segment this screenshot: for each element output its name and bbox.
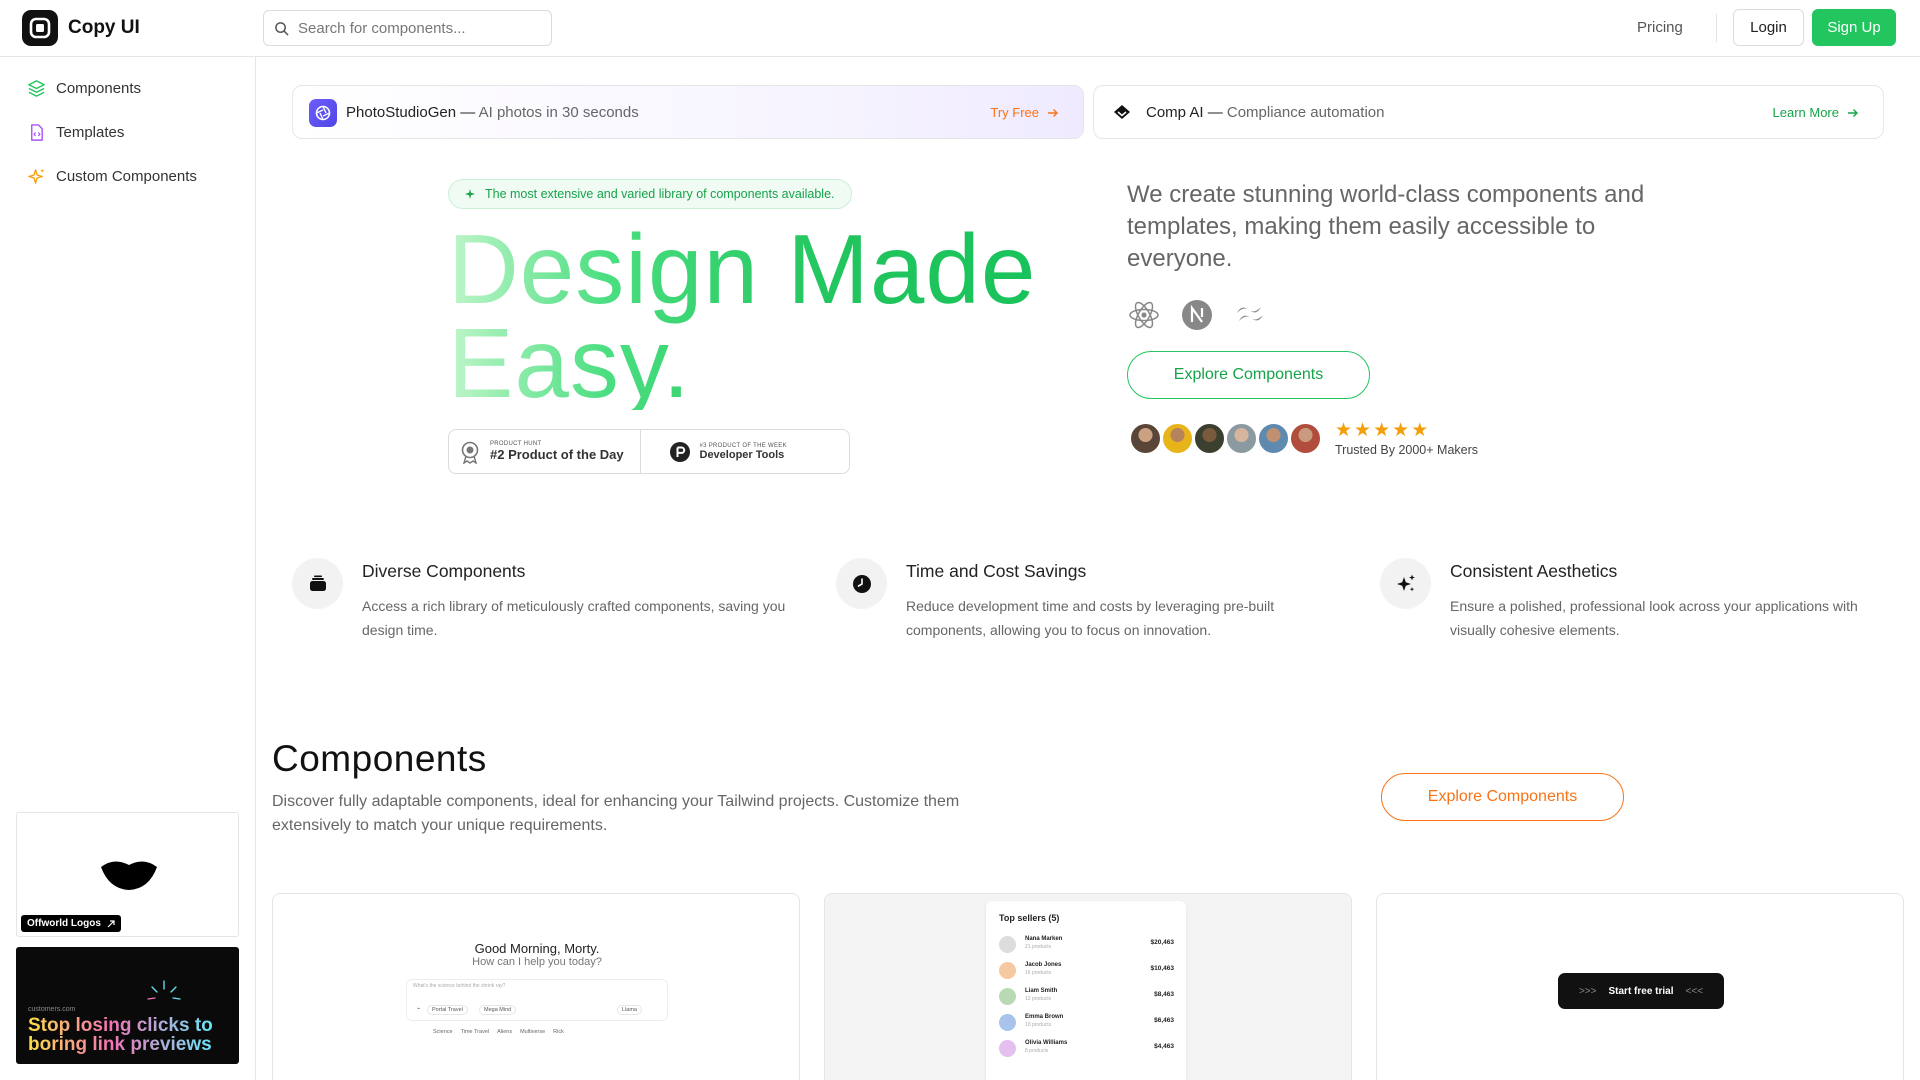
- components-heading: Components: [272, 738, 487, 779]
- component-card-top-sellers[interactable]: Top sellers (5) Nana Marken 21 products …: [824, 893, 1352, 1080]
- top-sellers-panel: Top sellers (5) Nana Marken 21 products …: [986, 901, 1186, 1080]
- layers-icon: [28, 80, 45, 97]
- product-hunt-icon: [669, 441, 690, 462]
- sidebar-ad-link-previews[interactable]: customers.com Stop losing clicks to bori…: [16, 947, 239, 1064]
- chat-greeting: Good Morning, Morty.: [474, 941, 600, 956]
- trusted-by-text: Trusted By 2000+ Makers: [1335, 443, 1479, 457]
- avatar: [1193, 422, 1226, 455]
- avatar: [999, 962, 1016, 979]
- burst-icon: [147, 980, 181, 1000]
- promo-title: Comp AI — Compliance automation: [1146, 104, 1385, 121]
- arrow-right-icon: [1048, 108, 1058, 117]
- nav-divider: [1716, 14, 1717, 42]
- comp-ai-logo-icon: [1114, 105, 1130, 119]
- star-icon: ★: [1354, 420, 1372, 441]
- arrow-right-icon: [1848, 108, 1858, 117]
- promo-title: PhotoStudioGen — AI photos in 30 seconds: [346, 104, 639, 121]
- top-bar: Copy UI Pricing Login Sign Up: [0, 0, 1920, 57]
- file-code-icon: [31, 124, 43, 141]
- top-sellers-title: Top sellers (5): [999, 913, 1060, 923]
- nextjs-icon: [1182, 300, 1212, 330]
- promo-banner-comp-ai[interactable]: Comp AI — Compliance automation Learn Mo…: [1093, 85, 1884, 139]
- arrow-up-right-icon: [107, 919, 115, 927]
- avatar: [999, 936, 1016, 953]
- lips-logo-icon: [101, 861, 157, 890]
- learn-more-link[interactable]: Learn More: [1773, 105, 1859, 120]
- brand[interactable]: Copy UI: [22, 10, 140, 46]
- product-hunt-week-badge[interactable]: #3 PRODUCT OF THE WEEK Developer Tools: [639, 430, 850, 473]
- login-button[interactable]: Login: [1733, 9, 1804, 46]
- star-icon: ★: [1335, 420, 1353, 441]
- ad-domain: customers.com: [28, 1006, 76, 1013]
- avatar: [999, 1040, 1016, 1057]
- avatar: [999, 988, 1016, 1005]
- start-free-trial-button[interactable]: >>> Start free trial <<<: [1558, 973, 1724, 1009]
- seller-row: Olivia Williams 8 products $4,463: [999, 1039, 1174, 1059]
- seller-row: Jacob Jones 16 products $10,463: [999, 961, 1174, 981]
- paperclip-icon: ⌁: [417, 1006, 421, 1012]
- explore-components-button[interactable]: Explore Components: [1127, 351, 1370, 399]
- sidebar-item-templates[interactable]: Templates: [27, 123, 124, 142]
- sidebar-ad-offworld[interactable]: Offworld Logos: [16, 812, 239, 937]
- components-description: Discover fully adaptable components, ide…: [272, 793, 960, 834]
- sparkles-icon: [28, 168, 45, 184]
- seller-row: Nana Marken 21 products $20,463: [999, 935, 1174, 955]
- seller-row: Emma Brown 10 products $6,463: [999, 1013, 1174, 1033]
- sidebar-item-label: Components: [56, 80, 142, 97]
- pricing-link[interactable]: Pricing: [1637, 19, 1683, 36]
- star-icon: ★: [1411, 420, 1429, 441]
- avatar: [1129, 422, 1162, 455]
- sidebar-item-label: Templates: [56, 124, 125, 141]
- star-icon: ★: [1392, 420, 1410, 441]
- chat-subtitle: How can I help you today?: [472, 956, 602, 968]
- react-icon: [1129, 301, 1159, 329]
- medal-icon: [461, 441, 479, 464]
- chat-input-box: What's the science behind the shrink ray…: [406, 979, 668, 1021]
- avatar: [1257, 422, 1290, 455]
- promo-banner-photostudiogen[interactable]: PhotoStudioGen — AI photos in 30 seconds…: [292, 85, 1084, 139]
- maker-avatars: [1129, 422, 1322, 455]
- search-box[interactable]: [263, 10, 552, 46]
- signup-button[interactable]: Sign Up: [1812, 9, 1896, 46]
- try-free-link[interactable]: Try Free: [990, 105, 1059, 120]
- tailwind-icon: [1237, 307, 1263, 321]
- avatar: [1225, 422, 1258, 455]
- hero-title: Design Made Easy.: [448, 222, 1088, 410]
- stack-icon: [292, 558, 343, 609]
- tech-icons: [1127, 298, 1267, 332]
- rating-stars: ★ ★ ★ ★ ★: [1335, 419, 1428, 442]
- sidebar-item-components[interactable]: Components: [27, 79, 141, 98]
- product-hunt-day-badge[interactable]: PRODUCT HUNT #2 Product of the Day: [449, 430, 640, 473]
- avatar: [1289, 422, 1322, 455]
- explore-components-secondary-button[interactable]: Explore Components: [1381, 773, 1624, 821]
- sidebar-item-label: Custom Components: [56, 168, 197, 185]
- component-card-chat[interactable]: Good Morning, Morty. How can I help you …: [272, 893, 800, 1080]
- search-input[interactable]: [298, 19, 528, 37]
- search-icon: [275, 21, 289, 35]
- sidebar: Components Templates Custom Components O…: [0, 57, 256, 1080]
- photostudiogen-logo-icon: [309, 99, 337, 127]
- chat-suggestions: Science Time Travel Aliens Multiverse Ri…: [433, 1029, 564, 1035]
- hero-badge: The most extensive and varied library of…: [448, 179, 852, 209]
- clock-icon: [836, 558, 887, 609]
- sidebar-item-custom-components[interactable]: Custom Components: [27, 167, 197, 186]
- component-card-trial-button[interactable]: >>> Start free trial <<<: [1376, 893, 1904, 1080]
- avatar: [999, 1014, 1016, 1031]
- star-icon: ★: [1373, 420, 1391, 441]
- copy-ui-logo-icon: [22, 10, 58, 46]
- sparkle-icon: [465, 189, 475, 199]
- seller-row: Liam Smith 12 products $8,463: [999, 987, 1174, 1007]
- ad-tag: Offworld Logos: [21, 915, 121, 932]
- sparkles-icon: [1380, 558, 1431, 609]
- product-hunt-badges[interactable]: PRODUCT HUNT #2 Product of the Day #3 PR…: [448, 429, 850, 474]
- hero-description: We create stunning world-class component…: [1127, 181, 1645, 272]
- ad-headline: Stop losing clicks to boring link previe…: [28, 1015, 213, 1055]
- avatar: [1161, 422, 1194, 455]
- brand-name: Copy UI: [68, 17, 140, 38]
